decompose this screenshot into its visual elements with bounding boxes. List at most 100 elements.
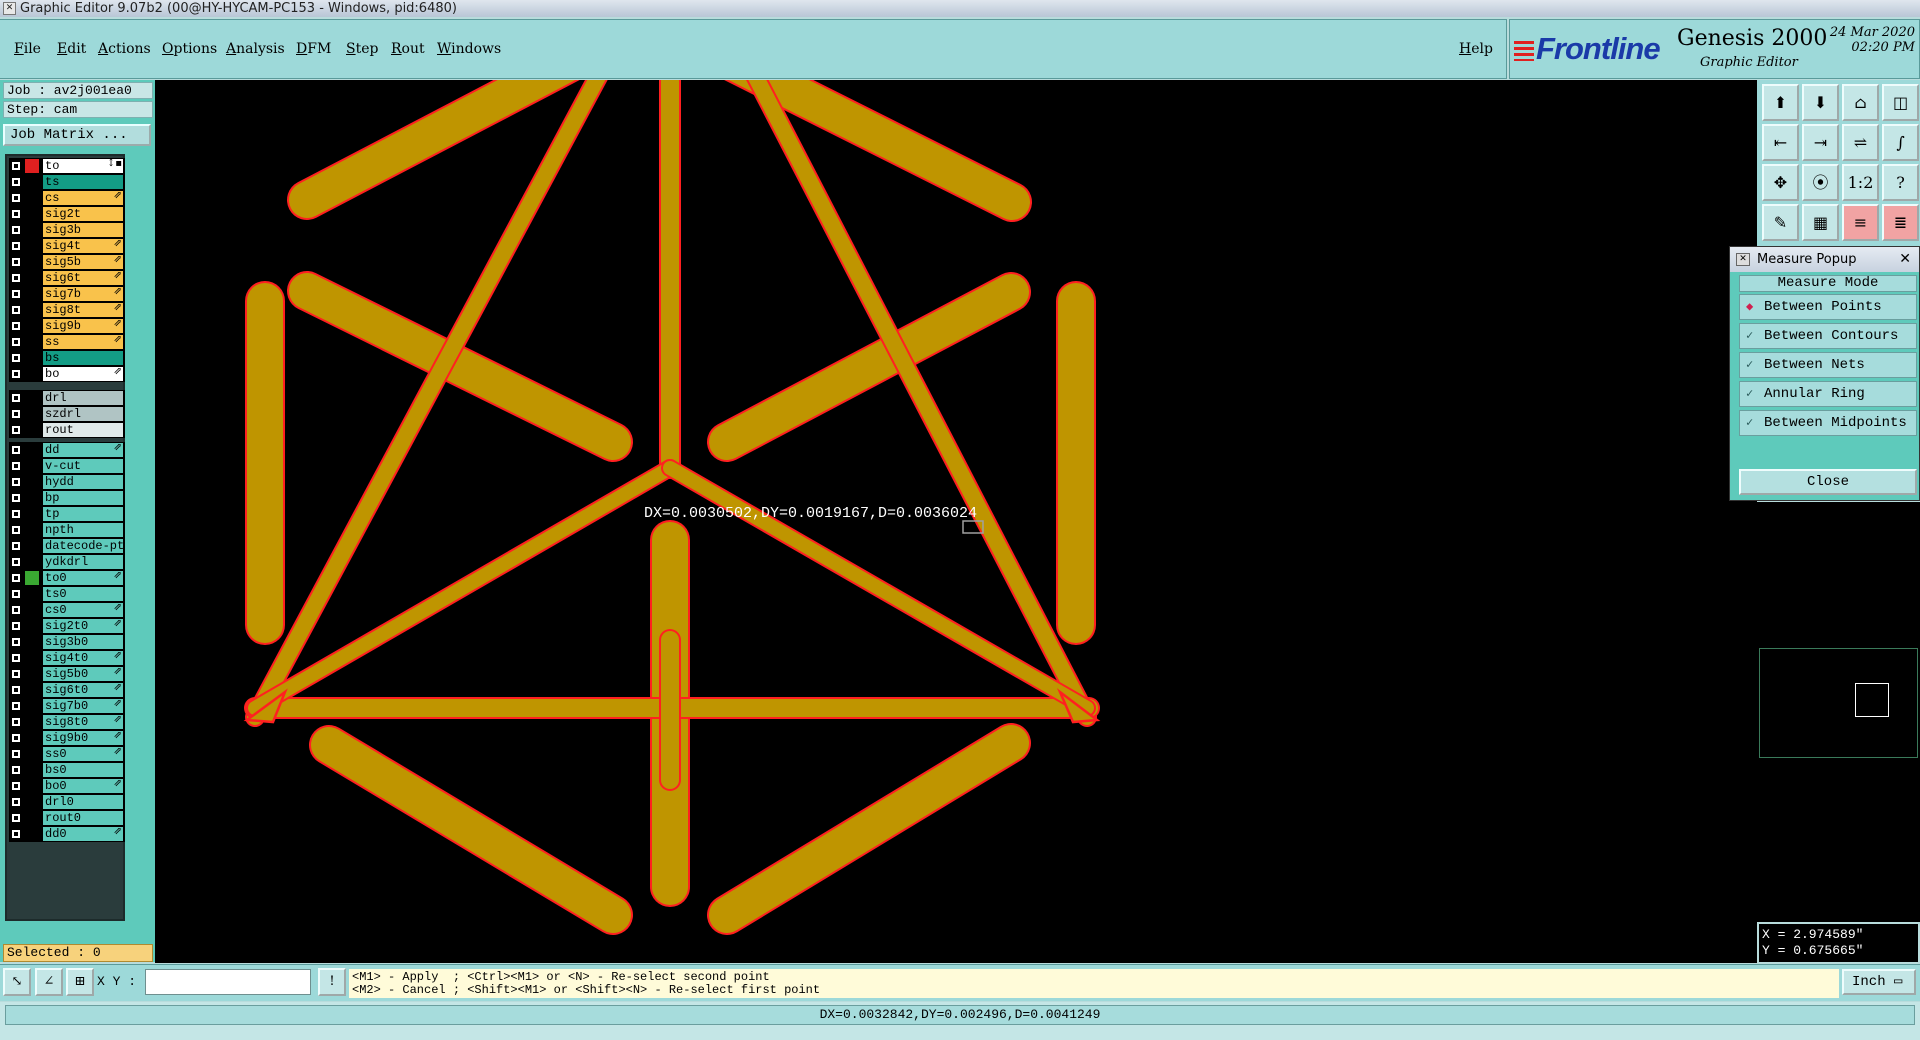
layer-visibility-checkbox[interactable] [11,749,21,759]
left-icon[interactable]: ⇤ [1762,124,1799,161]
layer-row-to0[interactable]: to0 ⇗ [9,570,125,586]
layer-visibility-checkbox[interactable] [11,509,21,519]
layer-row-sig3b[interactable]: sig3b [9,222,125,238]
layer-visibility-checkbox[interactable] [11,781,21,791]
layer-visibility-checkbox[interactable] [11,353,21,363]
layer-color-swatch[interactable] [25,747,39,761]
layer-color-swatch[interactable] [25,603,39,617]
grid-icon[interactable]: ▦ [1802,204,1839,241]
layer-visibility-checkbox[interactable] [11,393,21,403]
layer-row-bs[interactable]: bs [9,350,125,366]
layer-row-sig6t0[interactable]: sig6t0 ⇗ [9,682,125,698]
layer-visibility-checkbox[interactable] [11,573,21,583]
pad-top-right[interactable] [689,80,1030,220]
layer-color-swatch[interactable] [25,555,39,569]
menu-rout[interactable]: Rout [391,41,425,57]
layer-visibility-checkbox[interactable] [11,669,21,679]
layer-color-swatch[interactable] [25,319,39,333]
popup-close-button[interactable]: Close [1739,469,1917,495]
layer-visibility-checkbox[interactable] [11,717,21,727]
layer-visibility-checkbox[interactable] [11,461,21,471]
layer-row-datecode-pt[interactable]: datecode-pt [9,538,125,554]
layer-color-swatch[interactable] [25,287,39,301]
mode-between-points[interactable]: ◆ Between Points [1739,294,1917,320]
snap-down-icon[interactable]: ⬇ [1802,84,1839,121]
layer-color-swatch[interactable] [25,255,39,269]
mirror-icon[interactable]: ⇌ [1842,124,1879,161]
layer-row-bs0[interactable]: bs0 [9,762,125,778]
layer-row-szdrl[interactable]: szdrl [9,406,125,422]
popup-close-icon[interactable]: ✕ [1899,247,1911,272]
layer-color-swatch[interactable] [25,303,39,317]
s-curve-icon[interactable]: ∫ [1882,124,1919,161]
menu-windows[interactable]: Windows [437,41,501,57]
layer-color-swatch[interactable] [25,443,39,457]
layer-row-sig5b0[interactable]: sig5b0 ⇗ [9,666,125,682]
layer-color-swatch[interactable] [25,715,39,729]
layer-visibility-checkbox[interactable] [11,685,21,695]
layer-row-ts0[interactable]: ts0 [9,586,125,602]
scale-icon[interactable]: 1:2 [1842,164,1879,201]
layer-row-dd0[interactable]: dd0 ⇗ [9,826,125,842]
layer-visibility-checkbox[interactable] [11,425,21,435]
layer-color-swatch[interactable] [25,667,39,681]
layer-visibility-checkbox[interactable] [11,637,21,647]
layer-color-swatch[interactable] [25,507,39,521]
layer-color-swatch[interactable] [25,191,39,205]
layer-visibility-checkbox[interactable] [11,209,21,219]
layer-color-swatch[interactable] [25,367,39,381]
layer-row-ydkdrl[interactable]: ydkdrl [9,554,125,570]
layer-row-sig7b0[interactable]: sig7b0 ⇗ [9,698,125,714]
layer-color-swatch[interactable] [25,175,39,189]
pad-lower-right[interactable] [709,725,1029,933]
layer-b-icon[interactable]: ≣ [1882,204,1919,241]
layer-row-rout[interactable]: rout [9,422,125,438]
layer-row-sig8t0[interactable]: sig8t0 ⇗ [9,714,125,730]
layer-color-swatch[interactable] [25,271,39,285]
layer-visibility-checkbox[interactable] [11,525,21,535]
layer-color-swatch[interactable] [25,763,39,777]
layer-color-swatch[interactable] [25,207,39,221]
layer-row-ss0[interactable]: ss0 ⇗ [9,746,125,762]
layer-visibility-checkbox[interactable] [11,305,21,315]
layer-visibility-checkbox[interactable] [11,225,21,235]
layer-visibility-checkbox[interactable] [11,829,21,839]
layer-visibility-checkbox[interactable] [11,177,21,187]
window-icon[interactable]: ◫ [1882,84,1919,121]
layer-visibility-checkbox[interactable] [11,257,21,267]
layer-row-sig2t0[interactable]: sig2t0 ⇗ [9,618,125,634]
layer-color-swatch[interactable] [25,407,39,421]
layer-row-cs0[interactable]: cs0 ⇗ [9,602,125,618]
home-icon[interactable]: ⌂ [1842,84,1879,121]
menu-options[interactable]: Options [162,41,217,57]
layer-row-ts[interactable]: ts [9,174,125,190]
right-icon[interactable]: ⇥ [1802,124,1839,161]
layer-row-sig3b0[interactable]: sig3b0 [9,634,125,650]
menu-actions[interactable]: Actions [98,41,151,57]
menu-help[interactable]: Help [1459,41,1493,57]
fit-icon[interactable]: ✥ [1762,164,1799,201]
layer-visibility-checkbox[interactable] [11,653,21,663]
layer-row-sig4t0[interactable]: sig4t0 ⇗ [9,650,125,666]
layer-visibility-checkbox[interactable] [11,193,21,203]
info-icon[interactable]: ! [318,968,346,996]
layer-row-sig9b[interactable]: sig9b ⇗ [9,318,125,334]
layer-color-swatch[interactable] [25,635,39,649]
layer-color-swatch[interactable] [25,587,39,601]
menu-dfm[interactable]: DFM [296,41,331,57]
layer-visibility-checkbox[interactable] [11,765,21,775]
layer-row-sig6t[interactable]: sig6t ⇗ [9,270,125,286]
layer-visibility-checkbox[interactable] [11,621,21,631]
layer-visibility-checkbox[interactable] [11,733,21,743]
layer-color-swatch[interactable] [25,335,39,349]
layer-row-ss[interactable]: ss ⇗ [9,334,125,350]
layer-row-bo[interactable]: bo ⇗ [9,366,125,382]
layer-visibility-checkbox[interactable] [11,161,21,171]
xy-input[interactable] [145,969,311,995]
pen-icon[interactable]: ✎ [1762,204,1799,241]
layer-color-swatch[interactable] [25,699,39,713]
mode-between-contours[interactable]: ✓ Between Contours [1739,323,1917,349]
layer-row-drl[interactable]: drl [9,390,125,406]
menu-analysis[interactable]: Analysis [226,41,285,57]
layer-visibility-checkbox[interactable] [11,797,21,807]
